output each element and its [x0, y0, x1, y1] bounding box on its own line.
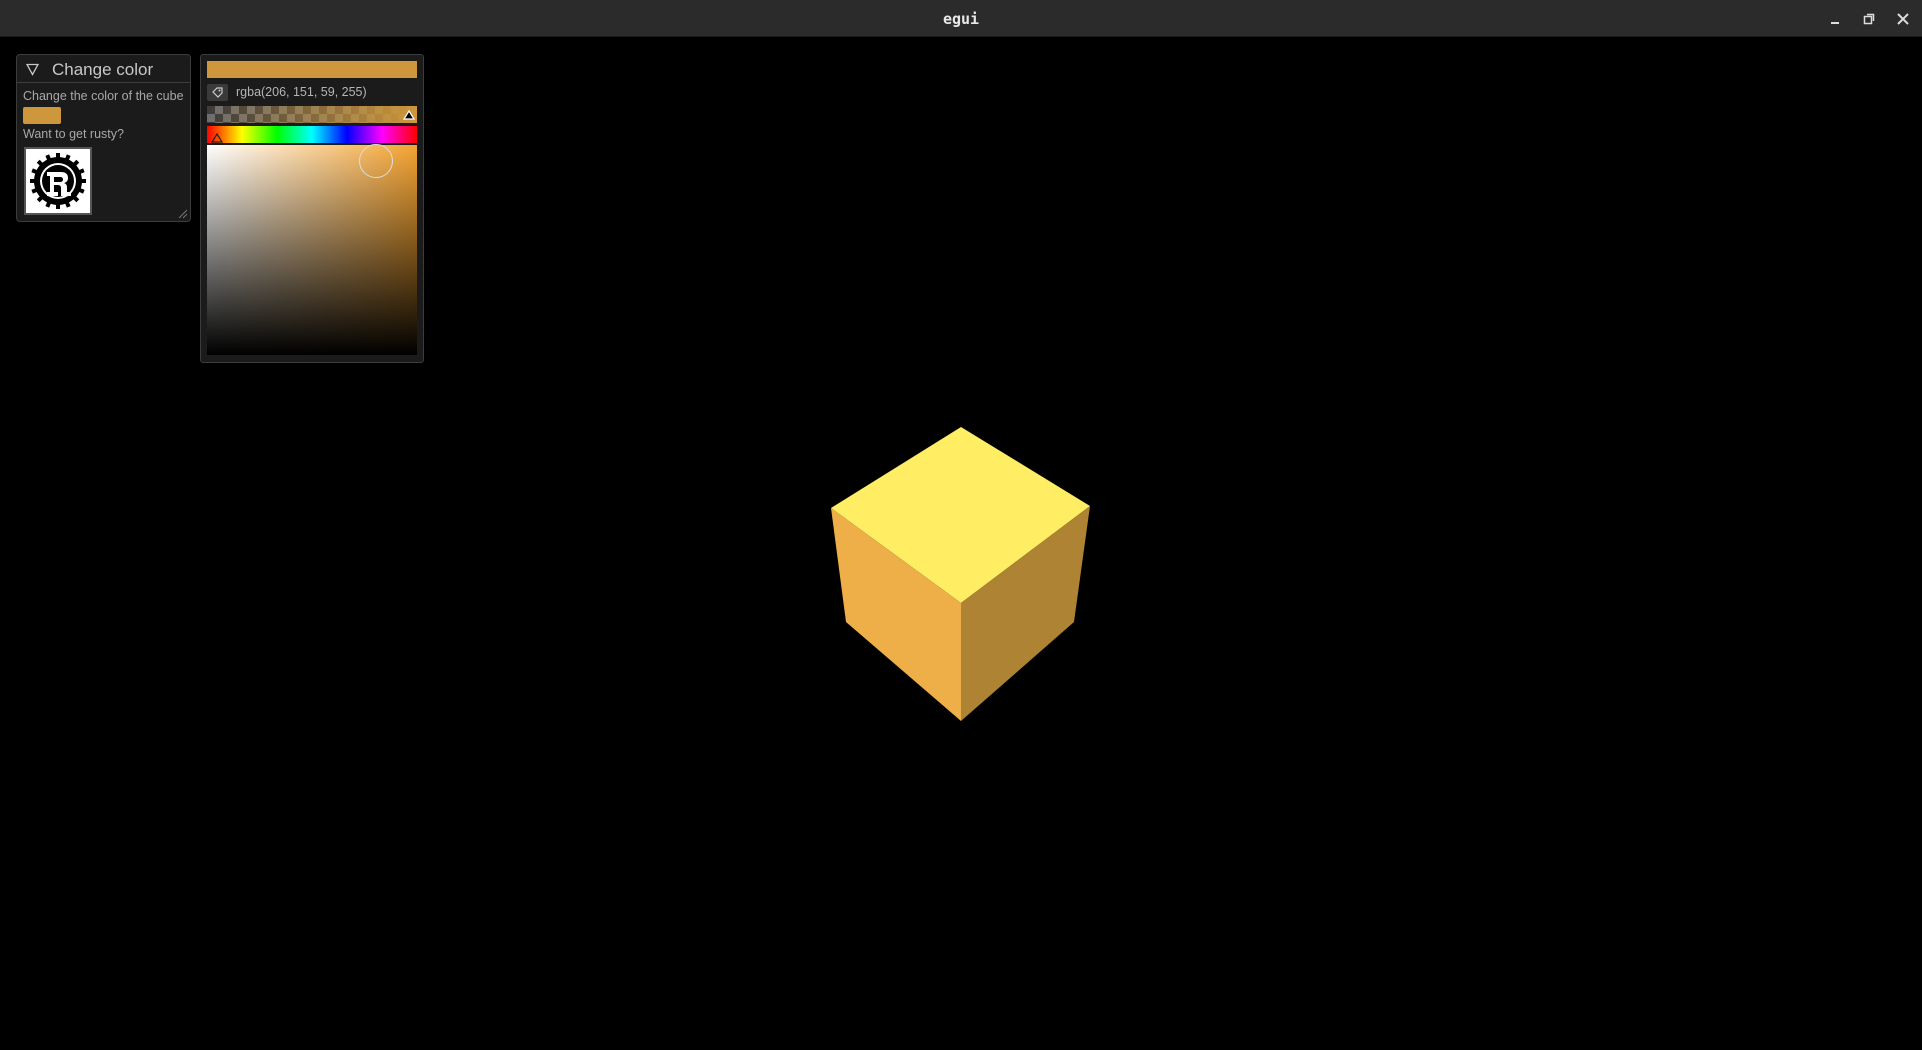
- restore-icon: [1863, 13, 1875, 25]
- close-icon: [1897, 13, 1909, 25]
- window-title-change-color: Change color: [52, 60, 154, 79]
- rust-logo-button[interactable]: [24, 147, 92, 215]
- window-titlebar[interactable]: egui: [0, 0, 1922, 37]
- collapse-triangle-icon[interactable]: [26, 63, 39, 76]
- 3d-cube: [831, 427, 1090, 721]
- window-title: egui: [942, 10, 980, 28]
- resize-grip-icon[interactable]: [178, 209, 188, 219]
- cube-color-label: Change the color of the cube: [23, 89, 184, 103]
- hue-slider[interactable]: [207, 126, 417, 143]
- color-picker-popup: rgba(206, 151, 59, 255): [200, 54, 424, 363]
- minimize-button[interactable]: [1822, 6, 1848, 32]
- hue-slider-marker-icon[interactable]: [211, 133, 223, 143]
- alpha-slider-marker-icon[interactable]: [403, 110, 415, 120]
- restore-button[interactable]: [1856, 6, 1882, 32]
- rgba-value-text[interactable]: rgba(206, 151, 59, 255): [236, 85, 367, 99]
- color-picker-cursor[interactable]: [359, 144, 393, 178]
- minimize-icon: [1831, 22, 1839, 24]
- color-preview-bar: [207, 61, 417, 78]
- color-swatch-button[interactable]: [23, 107, 61, 124]
- rusty-label: Want to get rusty?: [23, 127, 124, 141]
- rust-logo-icon: [30, 153, 86, 209]
- saturation-value-square[interactable]: [207, 145, 417, 355]
- alpha-slider[interactable]: [207, 106, 417, 123]
- change-color-window: Change color Change the color of the cub…: [16, 54, 191, 222]
- change-color-window-header[interactable]: Change color: [17, 55, 190, 83]
- copy-icon: [212, 87, 223, 98]
- copy-color-button[interactable]: [207, 84, 228, 101]
- close-button[interactable]: [1890, 6, 1916, 32]
